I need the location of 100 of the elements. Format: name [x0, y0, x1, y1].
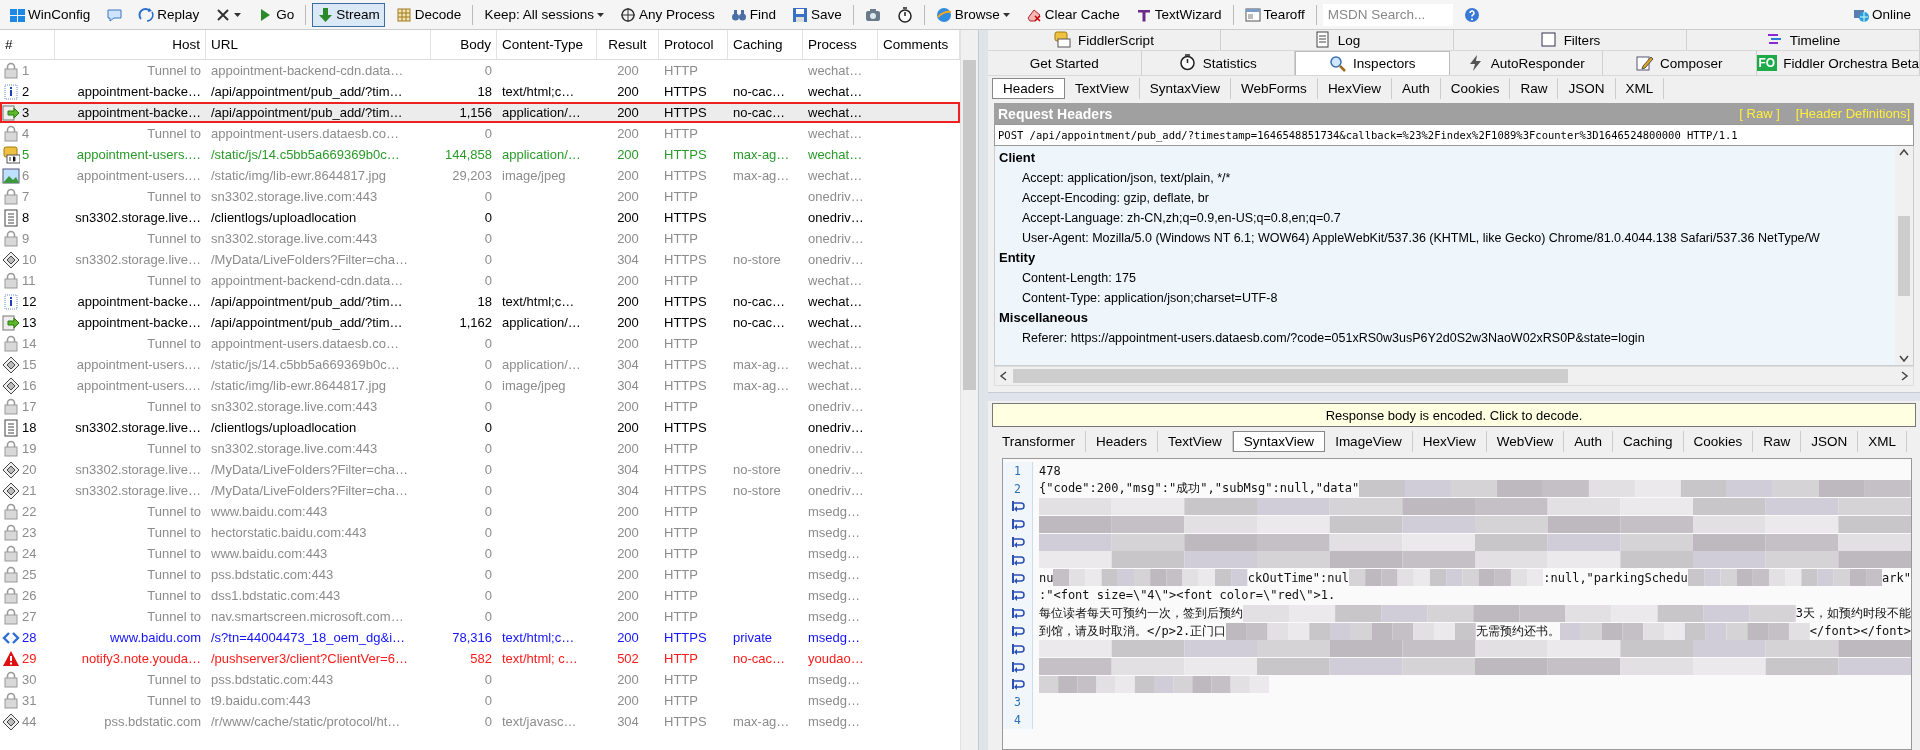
splitter[interactable] — [988, 392, 1920, 401]
row-number: 3 — [22, 105, 30, 120]
group-name[interactable]: Miscellaneous — [999, 308, 1891, 328]
table-cell-text: max-ag… — [732, 168, 791, 183]
tab[interactable]: Inspectors — [1295, 51, 1450, 75]
table-cell-text: appointment-users.dataesb.co… — [210, 126, 400, 141]
code-text: </font></font> — [1809, 624, 1911, 639]
session-row[interactable]: 22 Tunnel to www.baidu.com:443 0 200 HTTP msedg… — [0, 501, 960, 522]
scrollbar-thumb[interactable] — [1898, 215, 1910, 296]
cached-diamond-icon — [2, 355, 20, 374]
column-header[interactable]: Result — [597, 30, 659, 59]
session-row[interactable]: 17 Tunnel to sn3302.storage.live.com:443 0 200 HTTP onedriv… — [0, 396, 960, 417]
code-text: ckOutTime":nul — [1247, 570, 1349, 585]
table-cell-text: /static/js/14.c5bb5a669369b0c… — [210, 147, 401, 162]
session-row[interactable]: 4 Tunnel to appointment-users.dataesb.co… 0 200 HTTP wechat… — [0, 123, 960, 144]
session-row[interactable]: 10 sn3302.storage.live… /MyData/LiveFolders?Filter=cha… 0 304 HTTPS no-store onedriv… — [0, 249, 960, 270]
table-cell-text: appointment-users.… — [75, 357, 202, 372]
padlock-icon — [2, 229, 20, 248]
session-row[interactable]: 13 appointment-backe… /api/appointment/pub_add/?tim… 1,162 application/… 200 HTTPS no-cac… wechat… — [0, 312, 960, 333]
session-row[interactable]: 26 Tunnel to dss1.bdstatic.com:443 0 200 HTTP msedg… — [0, 585, 960, 606]
session-row[interactable]: 1 Tunnel to appointment-backend-cdn.data… 0 200 HTTP wechat… — [0, 60, 960, 81]
session-row[interactable]: 2 appointment-backe… /api/appointment/pub_add/?tim… 18 text/html;c… 200 HTTPS no-cac… wechat… — [0, 81, 960, 102]
session-row[interactable]: 16 appointment-users.… /static/img/lib-ewr.8644817.jpg 0 image/jpeg 304 HTTPS max-ag… wechat… — [0, 375, 960, 396]
header-line[interactable]: Referer: https://appointment-users.dataesb.com/?code=051xRS0w3usP6Y2d0S2w3NaoW02xRS0P&state=login — [999, 328, 1891, 348]
toolbar-button[interactable]: Go — [252, 2, 300, 27]
session-row[interactable]: 24 Tunnel to www.baidu.com:443 0 200 HTTP msedg… — [0, 543, 960, 564]
column-header[interactable]: URL — [206, 30, 431, 59]
splitter[interactable] — [978, 30, 988, 750]
table-cell-text: appointment-users.… — [75, 378, 202, 393]
session-row[interactable]: 3 appointment-backe… /api/appointment/pub_add/?tim… 1,156 application/… 200 HTTPS no-cac… wechat… — [0, 102, 960, 123]
toolbar-button[interactable]: Decode — [390, 2, 467, 27]
header-line[interactable]: Accept-Language: zh-CN,zh;q=0.9,en-US;q=0.8,en;q=0.7 — [999, 208, 1891, 228]
scrollbar-thumb[interactable] — [963, 60, 976, 390]
session-row[interactable]: 30 Tunnel to pss.bdstatic.com:443 0 200 HTTP msedg… — [0, 669, 960, 690]
toolbar-button[interactable]: Clear Cache — [1020, 2, 1125, 27]
toolbar-button[interactable]: Stream — [312, 2, 385, 27]
table-cell-text: 1,162 — [458, 315, 493, 330]
scrollbar-thumb[interactable] — [1013, 369, 1568, 383]
session-row[interactable]: 5 appointment-users.… /static/js/14.c5bb5a669369b0c… 144,858 application/… 200 HTTPS max-ag… wechat… — [0, 144, 960, 165]
header-line[interactable]: Accept: application/json, text/plain, */* — [999, 168, 1891, 188]
session-row[interactable]: 27 Tunnel to nav.smartscreen.microsoft.com… 0 200 HTTP msedg… — [0, 606, 960, 627]
column-header[interactable]: Caching — [728, 30, 803, 59]
column-header[interactable]: Process — [803, 30, 878, 59]
session-row[interactable]: 29 notify3.note.youda… /pushserver3/client?ClientVer=6… 582 text/html; c… 502 HTTP no-cac… youdao… — [0, 648, 960, 669]
tab[interactable]: Headers — [992, 78, 1066, 99]
session-row[interactable]: 18 sn3302.storage.live… /clientlogs/uploadlocation 0 200 HTTPS onedriv… — [0, 417, 960, 438]
toolbar-button[interactable]: Online — [1847, 2, 1916, 27]
table-cell-text: nav.smartscreen.microsoft.com… — [210, 609, 405, 624]
table-cell-text: msedg… — [807, 609, 862, 624]
column-header[interactable]: Body — [431, 30, 497, 59]
toolbar-button[interactable]: WinConfig — [4, 2, 96, 27]
column-header[interactable]: # — [0, 30, 55, 59]
stopwatch-icon — [1178, 54, 1197, 72]
session-row[interactable]: 11 Tunnel to appointment-backend-cdn.data… 0 200 HTTP wechat… — [0, 270, 960, 291]
tab[interactable]: SyntaxView — [1232, 431, 1326, 452]
toolbar-button[interactable]: Replay — [133, 2, 205, 27]
code-text: :null,"parkingSchedu — [1543, 570, 1688, 585]
group-name[interactable]: Entity — [999, 248, 1891, 268]
table-cell-text: 0 — [483, 693, 493, 708]
toolbar-button[interactable]: Browse — [930, 2, 1015, 27]
toolbar-button[interactable]: Any Process — [614, 2, 720, 27]
search-field[interactable]: MSDN Search... — [1322, 3, 1453, 26]
session-row[interactable]: 20 sn3302.storage.live… /MyData/LiveFolders?Filter=cha… 0 304 HTTPS no-store onedriv… — [0, 459, 960, 480]
session-row[interactable]: 12 appointment-backe… /api/appointment/pub_add/?tim… 18 text/html;c… 200 HTTPS no-cac… wechat… — [0, 291, 960, 312]
table-cell-text: wechat… — [807, 315, 864, 330]
toolbar-button[interactable]: TextWizard — [1130, 2, 1227, 27]
row-number: 1 — [22, 63, 30, 78]
column-header[interactable]: Content-Type — [497, 30, 597, 59]
toolbar-button[interactable]: Tearoff — [1239, 2, 1310, 27]
session-row[interactable]: 14 Tunnel to appointment-users.dataesb.co… 0 200 HTTP wechat… — [0, 333, 960, 354]
decode-notice[interactable]: Response body is encoded. Click to decode. — [992, 403, 1916, 427]
table-cell-text: 0 — [483, 378, 493, 393]
header-line[interactable]: Accept-Encoding: gzip, deflate, br — [999, 188, 1891, 208]
session-row[interactable]: 21 sn3302.storage.live… /MyData/LiveFolders?Filter=cha… 0 304 HTTPS no-store onedriv… — [0, 480, 960, 501]
table-cell-text: 304 — [616, 714, 640, 729]
table-cell-text: application/… — [501, 147, 582, 162]
session-row[interactable]: 6 appointment-users.… /static/img/lib-ewr.8644817.jpg 29,203 image/jpeg 200 HTTPS max-ag… wechat… — [0, 165, 960, 186]
header-line[interactable]: Content-Type: application/json;charset=UTF-8 — [999, 288, 1891, 308]
toolbar-button[interactable]: Find — [725, 2, 781, 27]
session-row[interactable]: 31 Tunnel to t9.baidu.com:443 0 200 HTTP msedg… — [0, 690, 960, 711]
session-row[interactable]: 28 www.baidu.com /s?tn=44004473_18_oem_dg&i… 78,316 text/html;c… 200 HTTPS private msedg… — [0, 627, 960, 648]
session-row[interactable]: 7 Tunnel to sn3302.storage.live.com:443 0 200 HTTP onedriv… — [0, 186, 960, 207]
column-header[interactable]: Host — [55, 30, 206, 59]
session-row[interactable]: 25 Tunnel to pss.bdstatic.com:443 0 200 HTTP msedg… — [0, 564, 960, 585]
column-header[interactable]: Protocol — [659, 30, 728, 59]
table-cell-text: www.baidu.com — [108, 630, 202, 645]
header-line[interactable]: User-Agent: Mozilla/5.0 (Windows NT 6.1; WOW64) AppleWebKit/537.36 (KHTML, like Gecko) Chrome/81.0.4044.138 Safari/537.36 NetType/W — [999, 228, 1891, 248]
session-row[interactable]: 19 Tunnel to sn3302.storage.live.com:443 0 200 HTTP onedriv… — [0, 438, 960, 459]
toolbar-button[interactable]: Keep: All sessions — [479, 2, 609, 27]
scrollbar[interactable] — [994, 366, 1914, 386]
header-line[interactable]: Content-Length: 175 — [999, 268, 1891, 288]
session-row[interactable]: 9 Tunnel to sn3302.storage.live.com:443 0 200 HTTP onedriv… — [0, 228, 960, 249]
session-row[interactable]: 8 sn3302.storage.live… /clientlogs/uploadlocation 0 200 HTTPS onedriv… — [0, 207, 960, 228]
session-row[interactable]: 44 pss.bdstatic.com /r/www/cache/static/protocol/ht… 0 text/javasc… 304 HTTPS max-ag… msedg… — [0, 711, 960, 732]
table-cell-text: 200 — [616, 441, 640, 456]
tab[interactable]: FO Fiddler Orchestra Beta — [1756, 51, 1920, 75]
session-row[interactable]: 15 appointment-users.… /static/js/14.c5bb5a669369b0c… 0 application/… 304 HTTPS max-ag… wechat… — [0, 354, 960, 375]
session-row[interactable]: 23 Tunnel to hectorstatic.baidu.com:443 0 200 HTTP msedg… — [0, 522, 960, 543]
toolbar-button[interactable]: Save — [787, 2, 847, 27]
group-name[interactable]: Client — [999, 148, 1891, 168]
